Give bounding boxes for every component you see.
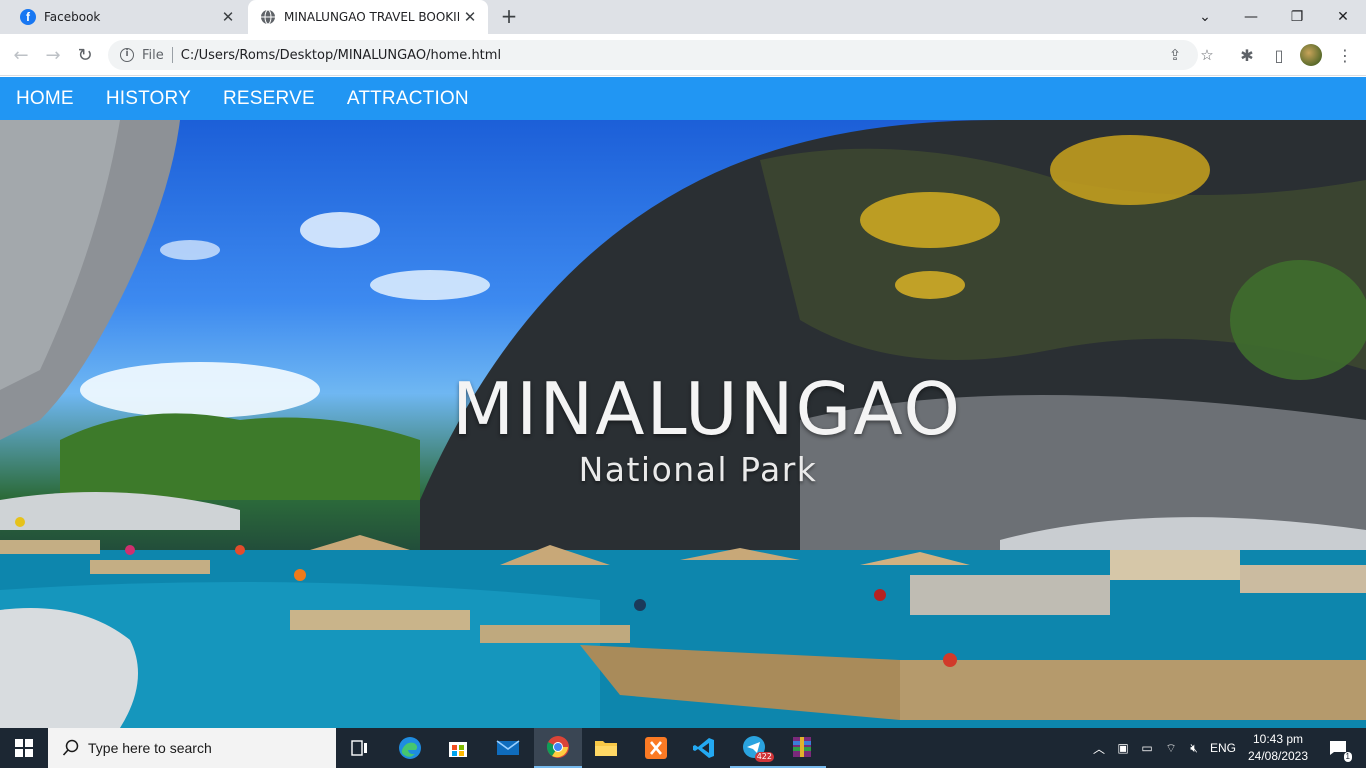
tab-search-icon[interactable]: ⌄ xyxy=(1182,0,1228,34)
mail-icon[interactable] xyxy=(484,728,532,768)
profile-avatar[interactable] xyxy=(1298,42,1324,68)
side-panel-icon[interactable]: ▯ xyxy=(1266,42,1292,68)
share-icon[interactable]: ⇪ xyxy=(1162,40,1188,70)
vscode-icon[interactable] xyxy=(680,728,728,768)
info-icon[interactable]: i xyxy=(120,48,134,62)
browser-toolbar: ← → ↻ i File C:/Users/Roms/Desktop/MINAL… xyxy=(0,34,1366,76)
close-tab-icon[interactable]: ✕ xyxy=(462,9,478,25)
show-hidden-icons-icon[interactable]: ︿ xyxy=(1088,728,1110,768)
restore-button[interactable]: ❐ xyxy=(1274,0,1320,34)
telegram-icon[interactable]: 422 xyxy=(730,728,778,768)
start-button[interactable] xyxy=(0,728,48,768)
windows-taskbar: Type here to search 422 ︿ ▣ ▭ ⌔ 🔇︎ ENG 1… xyxy=(0,728,1366,768)
clock-time: 10:43 pm xyxy=(1252,732,1304,746)
battery-icon[interactable]: ▭ xyxy=(1136,728,1158,768)
windows-logo-icon xyxy=(15,739,33,757)
winrar-icon[interactable] xyxy=(778,728,826,768)
new-tab-button[interactable]: + xyxy=(498,6,520,28)
close-tab-icon[interactable]: ✕ xyxy=(220,9,236,25)
url-text: C:/Users/Roms/Desktop/MINALUNGAO/home.ht… xyxy=(180,47,502,63)
store-icon[interactable] xyxy=(434,728,482,768)
close-window-button[interactable]: ✕ xyxy=(1320,0,1366,34)
divider xyxy=(171,47,173,63)
globe-icon xyxy=(261,9,275,25)
site-navbar: HOME HISTORY RESERVE ATTRACTION xyxy=(0,77,1366,120)
edge-icon[interactable] xyxy=(386,728,434,768)
nav-history[interactable]: HISTORY xyxy=(90,88,207,110)
chrome-icon[interactable] xyxy=(534,728,582,768)
hero-title: MINALUNGAO xyxy=(451,367,962,451)
back-icon[interactable]: ← xyxy=(8,42,34,68)
xampp-icon[interactable] xyxy=(632,728,680,768)
hero-image: MINALUNGAO National Park xyxy=(0,120,1366,728)
nav-home[interactable]: HOME xyxy=(0,88,90,110)
browser-tab-strip: f Facebook ✕ MINALUNGAO TRAVEL BOOKING ✕… xyxy=(0,0,1366,34)
language-indicator[interactable]: ENG xyxy=(1207,728,1239,768)
tab-minalungao[interactable]: MINALUNGAO TRAVEL BOOKING ✕ xyxy=(248,0,488,34)
tab-title: Facebook xyxy=(44,10,101,24)
extensions-icon[interactable]: ✱ xyxy=(1234,42,1260,68)
tab-title: MINALUNGAO TRAVEL BOOKING xyxy=(284,10,459,24)
notification-count: 1 xyxy=(1343,752,1352,762)
volume-muted-icon[interactable]: 🔇︎ xyxy=(1183,728,1205,768)
bookmark-star-icon[interactable]: ☆ xyxy=(1194,40,1220,70)
reload-icon[interactable]: ↻ xyxy=(72,42,98,68)
notifications-icon[interactable]: 1 xyxy=(1318,728,1358,768)
clock-date: 24/08/2023 xyxy=(1247,749,1309,763)
nav-attraction[interactable]: ATTRACTION xyxy=(331,88,485,110)
taskbar-search-box[interactable]: Type here to search xyxy=(48,728,336,768)
search-icon xyxy=(62,739,79,756)
nav-reserve[interactable]: RESERVE xyxy=(207,88,331,110)
address-bar[interactable]: i File C:/Users/Roms/Desktop/MINALUNGAO/… xyxy=(108,40,1214,70)
tab-facebook[interactable]: f Facebook ✕ xyxy=(8,0,246,34)
wifi-icon[interactable]: ⌔ xyxy=(1160,728,1182,768)
file-explorer-icon[interactable] xyxy=(582,728,630,768)
clock[interactable]: 10:43 pm 24/08/2023 xyxy=(1240,731,1316,765)
more-menu-icon[interactable]: ⋮ xyxy=(1332,42,1358,68)
search-placeholder: Type here to search xyxy=(88,740,212,756)
telegram-badge: 422 xyxy=(754,752,774,762)
minimize-button[interactable]: — xyxy=(1228,0,1274,34)
scheme-label: File xyxy=(142,47,164,63)
facebook-icon: f xyxy=(20,9,36,25)
forward-icon[interactable]: → xyxy=(40,42,66,68)
task-view-icon[interactable] xyxy=(336,728,384,768)
hero-subtitle: National Park xyxy=(578,450,818,489)
web-page: HOME HISTORY RESERVE ATTRACTION MINALUNG… xyxy=(0,77,1366,728)
device-icon[interactable]: ▣ xyxy=(1112,728,1134,768)
